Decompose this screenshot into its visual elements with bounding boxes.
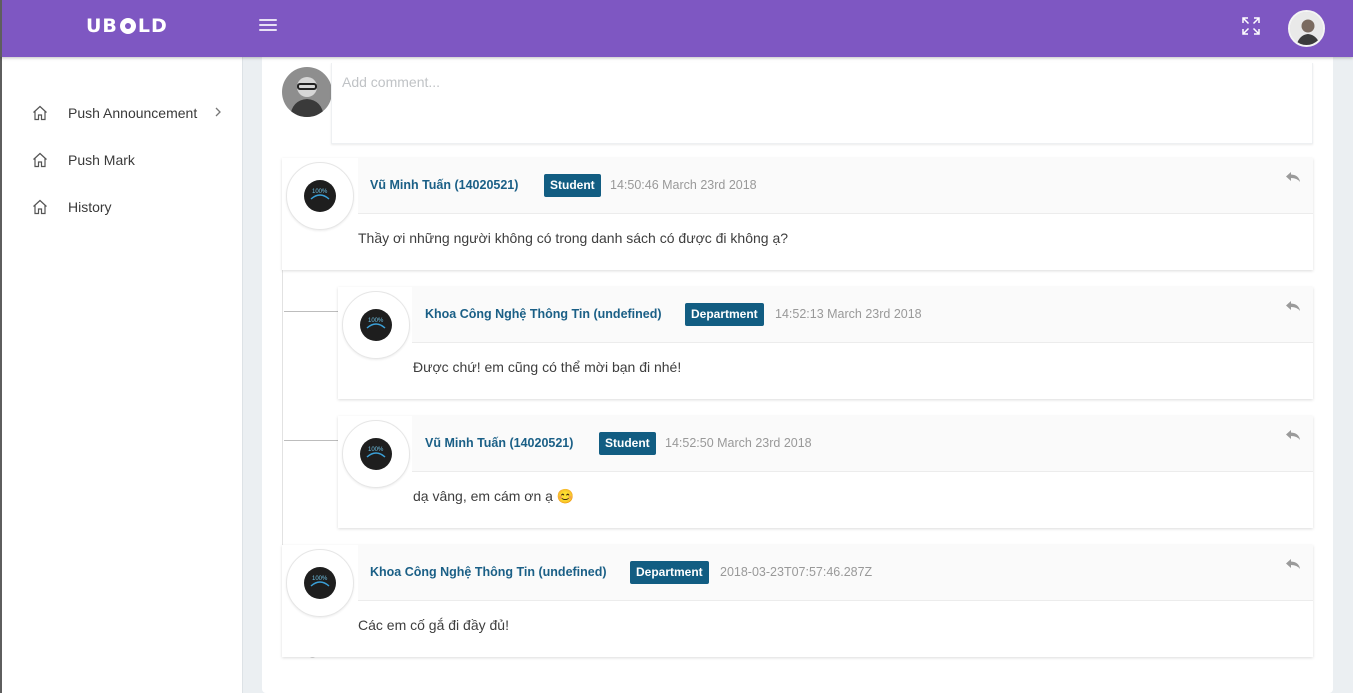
sidebar: Push Announcement Push Mark History (0, 57, 243, 693)
comment-timestamp: 14:52:50 March 23rd 2018 (665, 436, 812, 450)
comment-author-link[interactable]: Khoa Công Nghệ Thông Tin (undefined) (425, 307, 662, 321)
sidebar-item-history[interactable]: History (32, 195, 112, 219)
user-avatar[interactable] (1288, 10, 1325, 47)
comment-body: Thầy ơi những người không có trong danh … (358, 230, 789, 246)
logo-text-left: UB (86, 15, 118, 37)
svg-text:100%: 100% (368, 447, 384, 453)
role-badge: Student (599, 432, 656, 455)
chevron-right-icon (215, 107, 221, 117)
logo-text-right: LD (137, 15, 168, 37)
comment-item: 100% Vũ Minh Tuấn (14020521) Student 14:… (282, 158, 1313, 270)
home-icon (33, 105, 47, 121)
comment-avatar: 100% (286, 549, 354, 617)
hamburger-menu-icon[interactable] (259, 19, 277, 35)
add-comment-input[interactable] (342, 74, 1273, 90)
topbar: UB LD (0, 0, 1353, 57)
reply-icon[interactable] (1285, 170, 1301, 184)
comment-composer (331, 63, 1313, 144)
comment-body: Được chứ! em cũng có thể mời bạn đi nhé! (413, 359, 682, 375)
logo-o-icon (119, 18, 136, 34)
role-badge: Department (685, 303, 764, 326)
comment-item: 100% Khoa Công Nghệ Thông Tin (undefined… (282, 545, 1313, 657)
svg-text:100%: 100% (312, 576, 328, 582)
comment-timestamp: 2018-03-23T07:57:46.287Z (720, 565, 873, 579)
comment-timestamp: 14:52:13 March 23rd 2018 (775, 307, 922, 321)
sidebar-item-label: Push Announcement (68, 105, 198, 121)
reply-icon[interactable] (1285, 428, 1301, 442)
comment-timestamp: 14:50:46 March 23rd 2018 (610, 178, 757, 192)
reply-icon[interactable] (1285, 557, 1301, 571)
comment-item: 100% Vũ Minh Tuấn (14020521) Student 14:… (338, 416, 1313, 528)
home-icon (33, 199, 47, 215)
comment-author-link[interactable]: Vũ Minh Tuấn (14020521) (425, 436, 573, 450)
comment-body: Các em cố gắ đi đầy đủ! (358, 617, 509, 633)
current-user-avatar (282, 67, 332, 117)
svg-text:100%: 100% (312, 189, 328, 195)
reply-icon[interactable] (1285, 299, 1301, 313)
role-badge: Department (630, 561, 709, 584)
sidebar-item-push-mark[interactable]: Push Mark (32, 148, 135, 172)
sidebar-item-push-announcement[interactable]: Push Announcement (32, 101, 221, 125)
reply-connector (284, 440, 341, 441)
fullscreen-icon[interactable] (1240, 15, 1262, 37)
sidebar-item-label: Push Mark (68, 152, 135, 168)
home-icon (33, 152, 47, 168)
sidebar-item-label: History (68, 199, 112, 215)
comment-author-link[interactable]: Khoa Công Nghệ Thông Tin (undefined) (370, 565, 607, 579)
svg-text:100%: 100% (368, 318, 384, 324)
comment-body: dạ vâng, em cám ơn ạ 😊 (413, 488, 575, 504)
reply-connector (284, 311, 341, 312)
comment-avatar: 100% (286, 162, 354, 230)
role-badge: Student (544, 174, 601, 197)
comment-item: 100% Khoa Công Nghệ Thông Tin (undefined… (338, 287, 1313, 399)
app-logo[interactable]: UB LD (86, 15, 168, 37)
comment-author-link[interactable]: Vũ Minh Tuấn (14020521) (370, 178, 518, 192)
comment-avatar: 100% (342, 291, 410, 359)
comment-avatar: 100% (342, 420, 410, 488)
